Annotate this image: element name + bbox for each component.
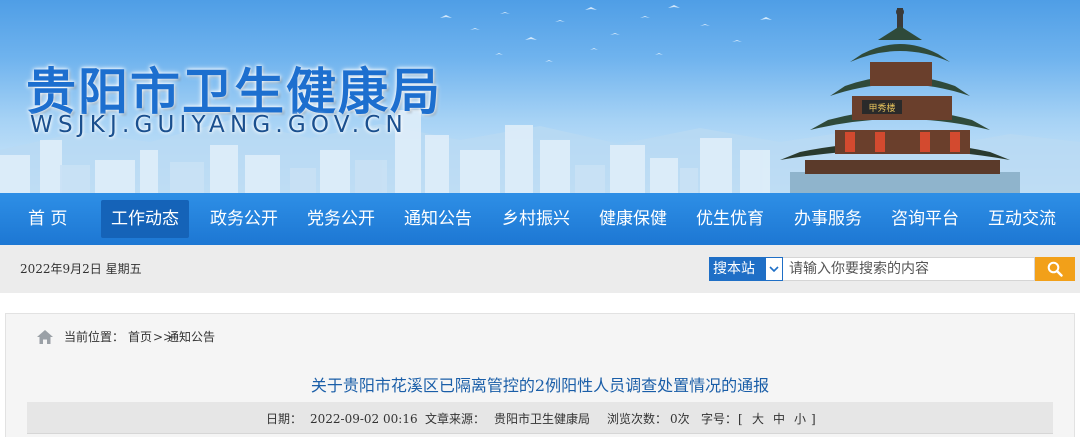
current-date: 2022年9月2日 星期五 xyxy=(20,262,142,276)
search-scope-select[interactable]: 搜本站 xyxy=(709,257,783,281)
nav-item-home[interactable]: 首 页 xyxy=(28,193,67,245)
article-title: 关于贵阳市花溪区已隔离管控的2例阳性人员调查处置情况的通报 xyxy=(310,376,770,395)
nav-item-rural-revitalization[interactable]: 乡村振兴 xyxy=(502,193,570,245)
header-banner: 甲秀楼 贵阳市卫生健康局 WSJKJ.GUIYANG.GOV.CN xyxy=(0,0,1080,193)
main-nav: 首 页 工作动态 政务公开 党务公开 通知公告 乡村振兴 健康保健 优生优育 办… xyxy=(0,193,1080,245)
font-bracket-open: [ xyxy=(738,412,743,426)
breadcrumb-current[interactable]: 通知公告 xyxy=(167,326,215,348)
home-icon xyxy=(37,330,53,344)
pavilion-plaque: 甲秀楼 xyxy=(868,102,895,114)
search-scope-label: 搜本站 xyxy=(713,261,755,277)
font-size-large-link[interactable]: 大 xyxy=(752,410,764,428)
views-label: 浏览次数： xyxy=(607,412,668,426)
nav-item-interaction[interactable]: 互动交流 xyxy=(988,193,1056,245)
chevron-down-icon xyxy=(765,257,783,281)
nav-item-eugenics[interactable]: 优生优育 xyxy=(696,193,764,245)
date-value: 2022-09-02 00:16 xyxy=(310,412,418,426)
nav-item-notices[interactable]: 通知公告 xyxy=(404,193,472,245)
font-bracket-close: ] xyxy=(811,412,816,426)
nav-item-services[interactable]: 办事服务 xyxy=(794,193,862,245)
views-value: 0次 xyxy=(670,412,690,426)
birds-decoration xyxy=(440,5,772,62)
search-icon xyxy=(1047,261,1063,277)
font-size-small-link[interactable]: 小 xyxy=(794,410,806,428)
search-input[interactable] xyxy=(783,257,1035,281)
nav-item-work-news[interactable]: 工作动态 xyxy=(101,200,189,238)
search-button[interactable] xyxy=(1035,257,1075,281)
source-label: 文章来源： xyxy=(425,412,486,426)
nav-item-gov-affairs[interactable]: 政务公开 xyxy=(210,193,278,245)
site-domain: WSJKJ.GUIYANG.GOV.CN xyxy=(30,112,408,138)
nav-item-consultation[interactable]: 咨询平台 xyxy=(891,193,959,245)
pavilion-illustration: 甲秀楼 xyxy=(780,8,1020,193)
breadcrumb-label: 当前位置： xyxy=(64,330,125,344)
nav-item-party-affairs[interactable]: 党务公开 xyxy=(307,193,375,245)
font-size-label: 字号： xyxy=(701,412,738,426)
nav-item-health-care[interactable]: 健康保健 xyxy=(599,193,667,245)
date-label: 日期： xyxy=(266,412,303,426)
source-value: 贵阳市卫生健康局 xyxy=(494,412,591,426)
font-size-medium-link[interactable]: 中 xyxy=(773,410,785,428)
breadcrumb-home-link[interactable]: 首页 xyxy=(128,326,152,348)
